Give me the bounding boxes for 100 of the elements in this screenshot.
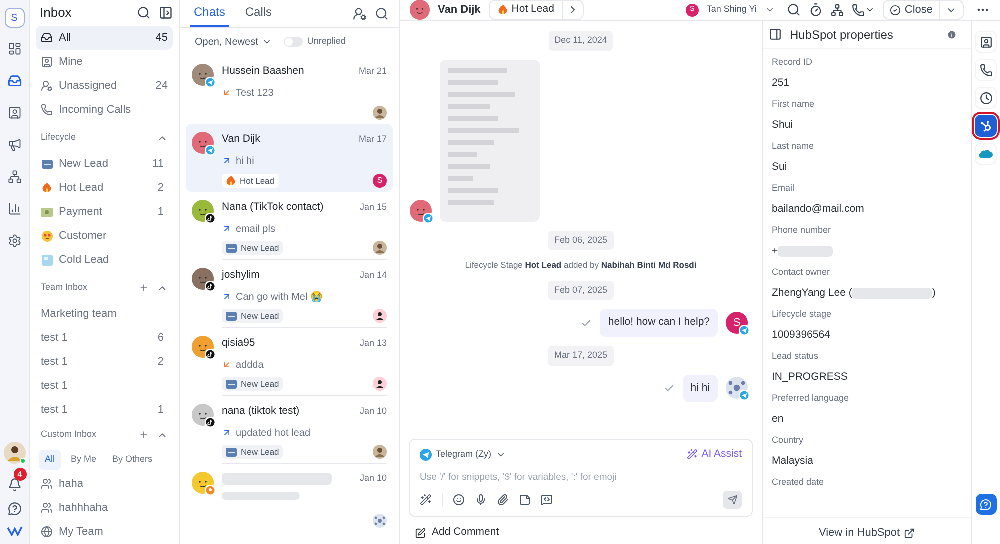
custom-inbox-item[interactable]: hahhhaha [36,496,173,520]
avatar-icon [410,0,430,20]
agent-avatar-icon [373,241,387,255]
message-preview: addda [236,358,264,373]
chat-item[interactable]: qisia95 Jan 13 addda New Lead [186,328,393,396]
send-button[interactable] [723,491,742,509]
tiktok-icon [205,281,216,292]
custom-inbox-item[interactable]: My Team [36,520,173,544]
chat-date: Jan 14 [360,269,387,282]
group-icon [41,502,53,514]
stage-selector[interactable]: Hot Lead [488,0,584,20]
team-inbox-item[interactable]: test 1 [36,374,173,398]
custom-inbox-item[interactable]: haha [36,472,173,496]
microphone-icon[interactable] [475,494,487,506]
chat-tab[interactable]: Calls [241,3,276,27]
field-label: Created date [772,476,826,489]
custom-inbox-tab[interactable]: By Others [106,450,159,470]
add-comment-button[interactable]: Add Comment [400,517,762,544]
check-circle-icon [890,4,901,16]
lifecycle-item[interactable]: Cold Lead [36,248,173,272]
emoji-icon[interactable] [453,494,465,506]
lifecycle-item[interactable]: New Lead 11 [36,152,173,176]
team-inbox-item[interactable]: test 1 1 [36,398,173,422]
workspace-avatar[interactable]: S [4,8,24,28]
note-icon[interactable] [519,494,531,506]
person-avatar-icon [373,377,387,391]
assigned-agent[interactable]: Tan Shing Yi [706,3,757,17]
section-title: Custom Inbox [41,428,97,442]
field-value: IN_PROGRESS [772,370,848,384]
inbox-filter[interactable]: Unassigned 24 [36,74,173,98]
team-inbox-item[interactable]: Marketing team [36,302,173,326]
team-inbox-item[interactable]: test 1 2 [36,350,173,374]
chat-item[interactable]: Jan 10 [186,464,393,532]
add-icon[interactable] [139,282,149,292]
help-icon[interactable] [8,502,22,516]
new-badge-icon [226,312,237,320]
attachment-icon[interactable] [497,494,509,506]
panel-toggle-icon[interactable] [159,6,173,20]
inbox-filter[interactable]: Mine [36,50,173,74]
custom-inbox-tab[interactable]: By Me [65,450,103,470]
inbox-filter[interactable]: Incoming Calls [36,98,173,122]
phone-tab-icon[interactable] [975,59,997,81]
custom-inbox-tab[interactable]: All [39,450,62,470]
salesforce-tab-icon[interactable] [975,143,997,165]
search-icon[interactable] [786,3,801,17]
chat-item[interactable]: Nana (TikTok contact) Jan 15 email pls New Lead [186,192,393,260]
inbox-filter[interactable]: All 45 [36,26,173,50]
contact-name: nana (tiktok test) [222,404,300,419]
agent-settings-icon[interactable] [353,7,367,21]
lifecycle-item[interactable]: Payment 1 [36,200,173,224]
hubspot-tab-icon[interactable] [975,115,997,137]
help-icon [980,498,992,510]
unreplied-toggle[interactable] [284,37,304,47]
lifecycle-item[interactable]: Hot Lead 2 [36,176,173,200]
hierarchy-icon[interactable] [830,4,844,16]
telegram-icon [739,325,750,336]
team-inbox-item[interactable]: test 1 6 [36,326,173,350]
template-icon[interactable] [541,494,553,506]
outgoing-arrow-icon [222,224,232,234]
chat-item[interactable]: Van Dijk Mar 17 hi hi Hot Lead S [186,124,393,192]
panel-icon[interactable] [769,28,782,41]
field-label: Lifecycle stage [772,308,833,321]
channel-selector[interactable]: Telegram (Zy) [420,448,506,462]
user-avatar-icon[interactable] [4,442,26,464]
phone-icon[interactable] [852,4,865,16]
ai-assist-button[interactable]: AI Assist [686,447,742,463]
info-icon [947,30,957,40]
sent-check-icon [581,318,592,329]
message-preview: updated hot lead [236,426,311,441]
sort-dropdown[interactable]: Open, Newest [195,34,272,50]
field-value: + [772,244,778,258]
chat-date: Jan 13 [360,337,387,350]
field-value: Shui [772,118,794,132]
search-icon[interactable] [137,6,151,20]
search-icon[interactable] [375,7,389,21]
chat-tab[interactable]: Chats [190,3,230,27]
ice-cube-icon [42,254,52,266]
chat-item[interactable]: joshylim Jan 14 Can go with Mel 😭 New Lead [186,260,393,328]
field-label: Country [772,434,805,447]
lifecycle-item[interactable]: Customer [36,224,173,248]
history-tab-icon[interactable] [975,87,997,109]
add-icon[interactable] [139,430,149,440]
chat-item[interactable]: Hussein Baashen Mar 21 Test 123 [186,56,393,124]
timer-icon[interactable] [808,3,823,17]
message-input[interactable]: Use '/' for snippets, '$' for variables, ':' for emoji [420,470,742,485]
sent-check-icon [664,382,675,394]
chat-help-button[interactable] [976,494,996,515]
field-label: Contact owner [772,266,832,279]
globe-icon [41,526,53,538]
telegram-icon [423,212,434,224]
bell-icon[interactable] [8,478,22,492]
unassigned-icon [41,80,53,92]
contact-tab-icon[interactable] [975,31,997,53]
money-icon [41,208,53,216]
chat-item[interactable]: nana (tiktok test) Jan 10 updated hot lead New Lead [186,396,393,464]
chat-date: Jan 15 [360,201,387,214]
system-message: Lifecycle Stage Hot Lead added by Nabihah Binti Md Rosdi [465,259,697,272]
magic-wand-icon[interactable] [420,494,432,506]
view-in-hubspot-link[interactable]: View in HubSpot [763,517,971,544]
chat-date: Jan 10 [360,472,387,485]
